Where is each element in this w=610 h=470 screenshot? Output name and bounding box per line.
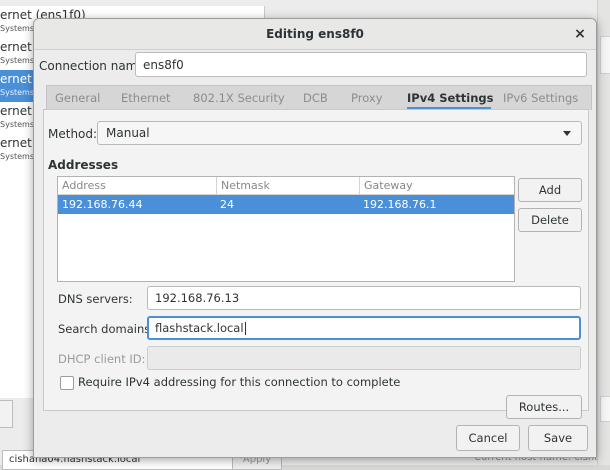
column-header-netmask[interactable]: Netmask bbox=[216, 177, 359, 195]
netmask-cell[interactable]: 24 bbox=[216, 195, 234, 214]
close-icon[interactable]: × bbox=[572, 26, 588, 42]
chevron-down-icon bbox=[563, 131, 571, 136]
background-control[interactable] bbox=[600, 36, 610, 74]
search-domains-value: flashstack.local bbox=[155, 321, 244, 335]
tab-general[interactable]: General bbox=[55, 86, 100, 110]
list-action-button[interactable] bbox=[0, 400, 13, 428]
tab-ipv6-settings[interactable]: IPv6 Settings bbox=[503, 86, 578, 110]
tab-bar: General Ethernet 802.1X Security DCB Pro… bbox=[46, 85, 592, 110]
ipv4-settings-panel: Method: Manual Addresses Address Netmask… bbox=[43, 109, 589, 419]
search-domains-label: Search domains: bbox=[58, 322, 155, 336]
dhcp-client-id-label: DHCP client ID: bbox=[58, 352, 146, 366]
delete-address-button[interactable]: Delete bbox=[518, 208, 582, 232]
save-button[interactable]: Save bbox=[528, 425, 588, 451]
tab-dcb[interactable]: DCB bbox=[303, 86, 328, 110]
require-ipv4-label[interactable]: Require IPv4 addressing for this connect… bbox=[78, 375, 400, 389]
dns-servers-input[interactable]: 192.168.76.13 bbox=[147, 286, 581, 310]
background-right-panel bbox=[597, 0, 610, 465]
method-dropdown[interactable]: Manual bbox=[97, 121, 582, 145]
require-ipv4-checkbox[interactable] bbox=[60, 376, 74, 390]
method-label: Method: bbox=[48, 127, 98, 141]
method-selected-value: Manual bbox=[106, 126, 150, 140]
tab-proxy[interactable]: Proxy bbox=[351, 86, 383, 110]
search-domains-input[interactable]: flashstack.local bbox=[147, 316, 581, 340]
edit-connection-dialog: Editing ens8f0 × Connection name: ens8f0… bbox=[33, 18, 597, 458]
address-cell[interactable]: 192.168.76.44 bbox=[58, 195, 142, 214]
column-header-gateway[interactable]: Gateway bbox=[359, 177, 514, 195]
dhcp-client-id-input bbox=[147, 346, 581, 370]
text-cursor bbox=[244, 322, 246, 335]
dns-servers-label: DNS servers: bbox=[58, 292, 133, 306]
tab-ethernet[interactable]: Ethernet bbox=[121, 86, 171, 110]
add-address-button[interactable]: Add bbox=[518, 178, 582, 202]
column-header-address[interactable]: Address bbox=[58, 177, 216, 195]
table-row[interactable]: 192.168.76.44 24 192.168.76.1 bbox=[58, 195, 514, 214]
addresses-heading: Addresses bbox=[48, 158, 119, 172]
dialog-titlebar[interactable]: Editing ens8f0 × bbox=[34, 19, 596, 50]
cancel-button[interactable]: Cancel bbox=[456, 425, 520, 451]
background-control[interactable] bbox=[600, 396, 610, 422]
routes-button[interactable]: Routes... bbox=[506, 395, 582, 419]
addresses-table[interactable]: Address Netmask Gateway 192.168.76.44 24… bbox=[57, 176, 515, 282]
dialog-title: Editing ens8f0 bbox=[266, 27, 364, 41]
gateway-cell[interactable]: 192.168.76.1 bbox=[359, 195, 436, 214]
tab-8021x-security[interactable]: 802.1X Security bbox=[193, 86, 285, 110]
connection-name-input[interactable]: ens8f0 bbox=[135, 52, 587, 77]
connection-name-label: Connection name: bbox=[39, 59, 149, 73]
